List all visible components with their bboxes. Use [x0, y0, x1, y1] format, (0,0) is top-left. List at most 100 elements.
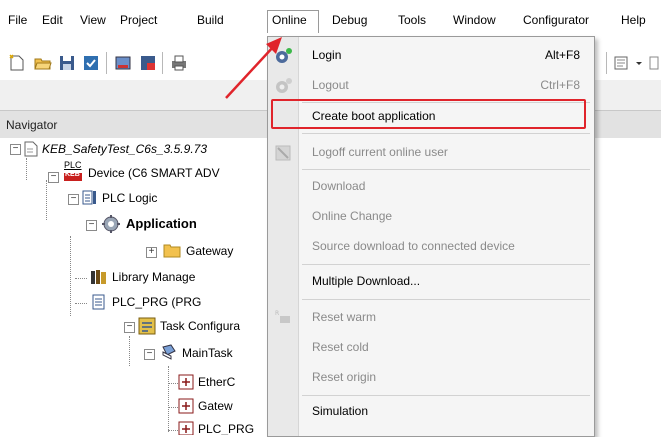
chevron-down-icon[interactable] — [634, 54, 644, 72]
tree-device[interactable]: Device (C6 SMART ADV — [88, 163, 220, 183]
new-project-icon[interactable] — [8, 54, 26, 72]
menu-separator — [302, 133, 590, 134]
menu-separator — [302, 395, 590, 396]
collapse-toggle[interactable]: − — [68, 194, 79, 205]
folder-icon — [163, 244, 181, 258]
online-dropdown-menu: Login Alt+F8 Logout Ctrl+F8 Create boot … — [267, 36, 595, 437]
print-icon[interactable] — [170, 54, 188, 72]
menu-item-label: Multiple Download... — [312, 274, 421, 288]
menu-item-reset-cold[interactable]: Reset cold — [268, 333, 594, 363]
open-folder-icon[interactable] — [34, 54, 52, 72]
tree-line — [168, 407, 178, 408]
menu-item-logout[interactable]: Logout Ctrl+F8 — [268, 71, 594, 101]
tree-line — [168, 366, 169, 432]
menu-item-shortcut: Ctrl+F8 — [540, 78, 580, 92]
svg-text:R: R — [275, 310, 279, 317]
menu-item-label: Source download to connected device — [312, 239, 515, 253]
gear-icon — [102, 215, 120, 233]
expand-toggle[interactable]: + — [146, 247, 157, 258]
menu-item-label: Login — [312, 48, 342, 62]
collapse-toggle[interactable]: − — [86, 220, 97, 231]
task-call-icon — [178, 398, 194, 414]
tree-line — [46, 180, 47, 220]
toolbar-separator — [162, 52, 163, 74]
menu-item-label: Simulation — [312, 404, 369, 418]
menu-item-logoff-current-user[interactable]: Logoff current online user — [268, 138, 594, 168]
collapse-toggle[interactable]: − — [10, 144, 21, 155]
menu-tools[interactable]: Tools — [398, 11, 426, 29]
task-call-icon — [178, 374, 194, 390]
library-icon[interactable] — [114, 54, 132, 72]
menu-item-simulation[interactable]: Simulation — [268, 397, 594, 427]
menu-item-shortcut: Alt+F8 — [544, 48, 580, 62]
menu-item-multiple-download[interactable]: Multiple Download... — [268, 267, 594, 297]
tree-application[interactable]: Application — [126, 214, 197, 234]
tree-line — [26, 158, 27, 180]
save-all-icon[interactable] — [82, 54, 100, 72]
tree-main-task[interactable]: MainTask — [182, 343, 233, 363]
main-task-icon — [162, 344, 176, 360]
menu-build[interactable]: Build — [197, 11, 224, 29]
keb-badge: KEB — [65, 171, 80, 178]
menu-item-download[interactable]: Download — [268, 172, 594, 202]
tree-plc-prg[interactable]: PLC_PRG (PRG — [112, 292, 201, 312]
tree-line — [168, 383, 178, 384]
tree-root-project[interactable]: KEB_SafetyTest_C6s_3.5.9.73 — [42, 139, 207, 159]
menu-debug[interactable]: Debug — [332, 11, 367, 29]
menu-item-label: Reset cold — [312, 340, 369, 354]
menu-online[interactable]: Online — [272, 11, 307, 29]
plc-logic-icon — [82, 190, 96, 205]
menu-configurator[interactable]: Configurator — [523, 11, 589, 29]
menu-help[interactable]: Help — [621, 11, 646, 29]
project-icon — [24, 141, 38, 157]
menu-bar: File Edit View Project Build Online Debu… — [0, 0, 661, 38]
task-call-icon — [178, 421, 194, 435]
logoff-user-icon — [275, 145, 291, 161]
highlight-box — [271, 99, 586, 129]
tree-plc-prg-call[interactable]: PLC_PRG — [198, 419, 254, 435]
menu-item-label: Download — [312, 179, 366, 193]
tree-task-configuration[interactable]: Task Configura — [160, 316, 240, 336]
menu-file[interactable]: File — [8, 11, 27, 29]
tree-line — [75, 303, 87, 304]
tree-line — [70, 236, 71, 316]
menu-view[interactable]: View — [80, 11, 106, 29]
save-icon[interactable] — [58, 54, 76, 72]
collapse-toggle[interactable]: − — [48, 172, 59, 183]
tree-gateway-call[interactable]: Gatew — [198, 396, 233, 416]
menu-item-label: Reset origin — [312, 370, 377, 384]
configure-dropdown-icon[interactable] — [613, 54, 631, 72]
tree-ethercat[interactable]: EtherC — [198, 372, 235, 392]
menu-window[interactable]: Window — [453, 11, 496, 29]
menu-separator — [302, 264, 590, 265]
toolbar-separator — [106, 52, 107, 74]
collapse-toggle[interactable]: − — [124, 322, 135, 333]
toolbar-separator — [606, 52, 607, 74]
menu-item-online-change[interactable]: Online Change — [268, 202, 594, 232]
plc-badge: PLC — [64, 160, 82, 170]
device-save-icon[interactable] — [139, 54, 157, 72]
library-manager-icon — [91, 270, 106, 284]
tree-gateway[interactable]: Gateway — [186, 241, 233, 261]
menu-item-reset-origin[interactable]: Reset origin — [268, 363, 594, 393]
tree-library-manager[interactable]: Library Manage — [112, 267, 195, 287]
toolbar-overflow-icon — [649, 56, 659, 70]
menu-item-label: Logout — [312, 78, 349, 92]
tree-line — [129, 336, 130, 366]
menu-item-label: Reset warm — [312, 310, 377, 324]
menu-item-label: Online Change — [312, 209, 393, 223]
menu-item-source-download[interactable]: Source download to connected device — [268, 232, 594, 262]
task-configuration-icon — [138, 317, 156, 335]
menu-item-label: Logoff current online user — [312, 145, 448, 159]
collapse-toggle[interactable]: − — [144, 349, 155, 360]
tree-plc-logic[interactable]: PLC Logic — [102, 188, 157, 208]
reset-icon: R — [275, 310, 290, 323]
menu-project[interactable]: Project — [120, 11, 157, 29]
menu-item-login[interactable]: Login Alt+F8 — [268, 41, 594, 71]
menu-edit[interactable]: Edit — [42, 11, 63, 29]
menu-item-reset-warm[interactable]: R Reset warm — [268, 303, 594, 333]
menu-separator — [302, 299, 590, 300]
menu-separator — [302, 169, 590, 170]
tree-line — [168, 430, 178, 431]
tree-line — [75, 278, 87, 279]
